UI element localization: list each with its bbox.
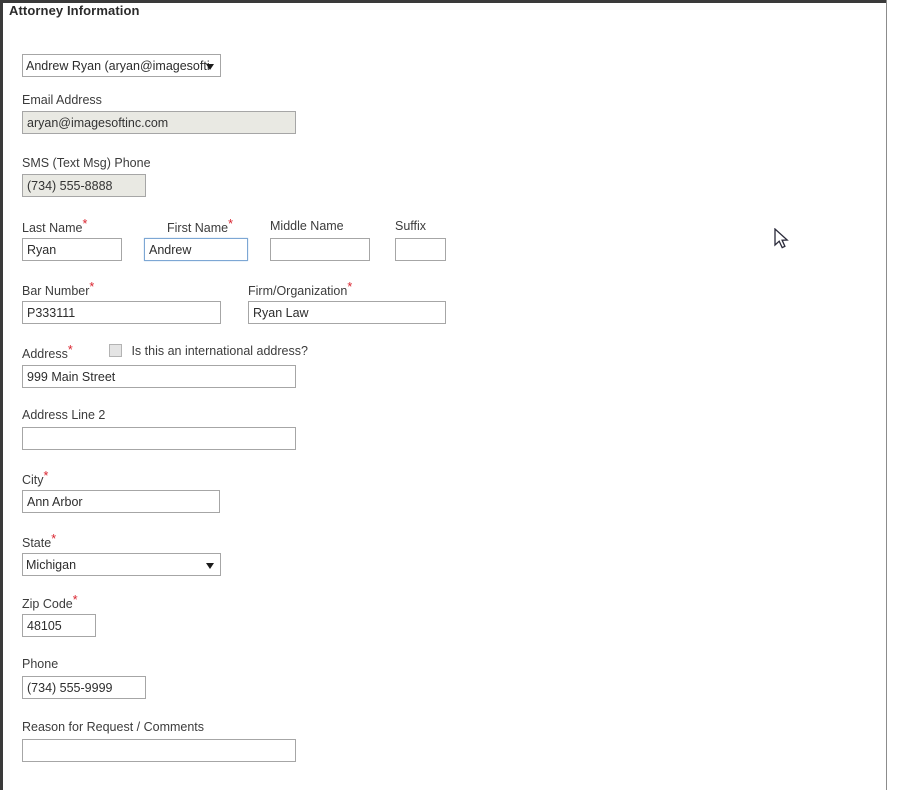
email-label: Email Address [22,93,102,107]
middle-name-field[interactable] [270,238,370,261]
suffix-label: Suffix [395,219,427,233]
last-name-field[interactable] [22,238,122,261]
bar-number-label-text: Bar Number [22,284,90,298]
left-frame-rule [0,0,3,790]
address-label: Address* [22,343,73,363]
required-asterisk: * [43,469,49,483]
city-label-text: City [22,473,44,487]
zip-code-label: Zip Code* [22,593,78,613]
last-name-label-text: Last Name [22,221,83,235]
page-title: Attorney Information [9,3,140,18]
address-field[interactable] [22,365,296,388]
zip-code-label-text: Zip Code [22,597,73,611]
required-asterisk: * [72,593,78,607]
reason-for-request-label: Reason for Request / Comments [22,720,205,734]
city-field[interactable] [22,490,220,513]
mouse-cursor [774,228,789,249]
required-asterisk: * [228,217,233,231]
state-select[interactable]: Michigan [22,553,221,576]
address-line-2-field[interactable] [22,427,296,450]
international-address-checkbox[interactable] [109,344,122,358]
state-select-wrapper[interactable]: Michigan [22,553,221,576]
attorney-picker-select[interactable]: Andrew Ryan (aryan@imagesofti [22,54,221,77]
address-line-2-label: Address Line 2 [22,408,106,422]
phone-field[interactable] [22,676,146,699]
zip-code-field[interactable] [22,614,96,637]
required-asterisk: * [82,217,88,231]
firm-label: Firm/Organization* [248,280,353,300]
sms-phone-field[interactable] [22,174,146,197]
last-name-label: Last Name* [22,217,88,237]
firm-label-text: Firm/Organization [248,284,348,298]
city-label: City* [22,469,49,489]
email-field[interactable] [22,111,296,134]
required-asterisk: * [89,280,95,294]
first-name-label: First Name* [167,217,233,237]
state-label-text: State [22,536,52,550]
first-name-field[interactable] [144,238,248,261]
international-address-label: Is this an international address? [131,344,308,358]
required-asterisk: * [51,532,57,546]
reason-for-request-field[interactable] [22,739,296,762]
bar-number-field[interactable] [22,301,221,324]
attorney-picker-wrapper[interactable]: Andrew Ryan (aryan@imagesofti [22,54,221,77]
state-label: State* [22,532,57,552]
first-name-label-text: First Name [167,221,229,235]
required-asterisk: * [347,280,353,294]
bar-number-label: Bar Number* [22,280,95,300]
right-frame-rule [886,0,887,790]
firm-field[interactable] [248,301,446,324]
required-asterisk: * [67,343,73,357]
international-address-checkbox-row[interactable]: Is this an international address? [109,342,308,360]
suffix-field[interactable] [395,238,446,261]
sms-phone-label: SMS (Text Msg) Phone [22,156,151,170]
address-label-text: Address [22,347,68,361]
attorney-information-page: Attorney Information Andrew Ryan (aryan@… [0,0,900,790]
middle-name-label: Middle Name [270,219,344,233]
phone-label: Phone [22,657,59,671]
